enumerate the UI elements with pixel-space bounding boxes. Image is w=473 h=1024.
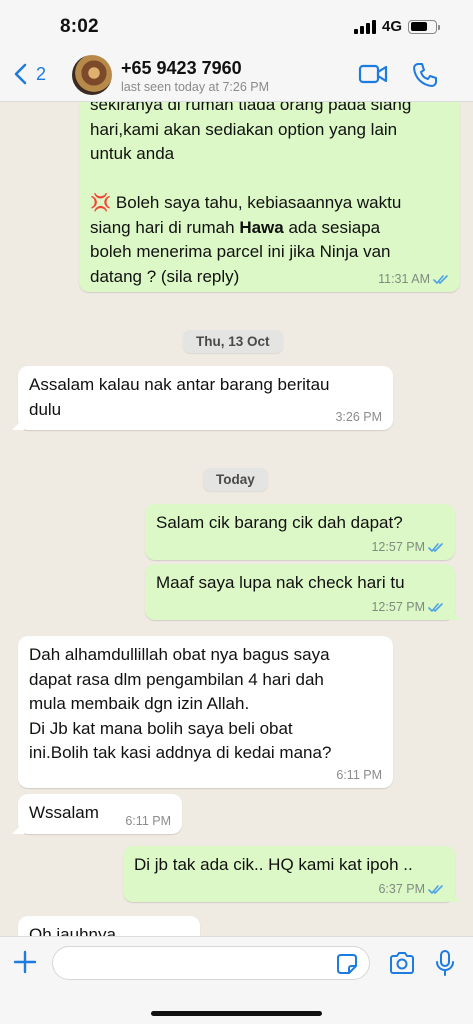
- message-meta: 11:31 AM: [378, 272, 449, 286]
- message-meta: 6:11 PM: [125, 814, 171, 828]
- sticker-button[interactable]: [336, 953, 358, 980]
- message-outgoing[interactable]: sekiranya di rumah tiada orang pada sian…: [79, 102, 460, 292]
- composer-bar: [0, 936, 473, 1024]
- message-outgoing[interactable]: Salam cik barang cik dah dapat? 12:57 PM: [145, 504, 455, 560]
- message-text-line: boleh menerima parcel ini jika Ninja van: [90, 242, 391, 261]
- message-time: 6:11 PM: [336, 768, 382, 782]
- message-time: 12:57 PM: [371, 540, 425, 554]
- status-bar: 8:02 4G: [0, 0, 473, 50]
- message-text-line: hari,kami akan sediakan option yang lain: [90, 119, 398, 139]
- chevron-left-icon: [14, 63, 27, 85]
- message-bold-text: Hawa: [239, 217, 284, 237]
- video-camera-icon: [358, 64, 388, 84]
- microphone-icon: [436, 950, 454, 976]
- chat-header: 2 +65 9423 7960 last seen today at 7:26 …: [0, 50, 473, 102]
- camera-icon: [390, 952, 414, 974]
- double-check-icon: [428, 602, 444, 613]
- phone-icon: [413, 63, 437, 87]
- status-indicators: 4G: [353, 18, 440, 35]
- anger-emoji: 💢: [90, 193, 112, 212]
- plus-icon: [13, 950, 37, 974]
- message-outgoing[interactable]: Maaf saya lupa nak check hari tu 12:57 P…: [145, 564, 455, 620]
- network-type: 4G: [381, 18, 402, 35]
- message-text-line: dulu: [29, 399, 62, 419]
- message-text-line: Di Jb kat mana bolih saya beli obat: [29, 718, 293, 738]
- signal-icon: [353, 19, 376, 34]
- message-text: Boleh saya tahu, kebiasaannya waktu: [111, 193, 402, 212]
- sticker-icon: [337, 954, 357, 974]
- message-text-line: mula membaik dgn izin Allah.: [29, 694, 250, 713]
- message-incoming[interactable]: Dah alhamdullillah obat nya bagus saya d…: [18, 636, 393, 788]
- message-outgoing[interactable]: Di jb tak ada cik.. HQ kami kat ipoh .. …: [123, 846, 455, 902]
- message-text-line: Dah alhamdullillah obat nya bagus saya: [29, 645, 330, 664]
- message-time: 11:31 AM: [378, 272, 430, 286]
- double-check-icon: [433, 274, 449, 285]
- battery-icon: [408, 19, 440, 34]
- double-check-icon: [428, 884, 444, 895]
- message-time: 6:37 PM: [378, 882, 425, 896]
- message-meta: 6:37 PM: [378, 882, 444, 896]
- status-time: 8:02: [60, 16, 99, 37]
- message-meta: 12:57 PM: [371, 540, 444, 554]
- message-text: Maaf saya lupa nak check hari tu: [156, 573, 405, 592]
- attach-button[interactable]: [12, 949, 38, 980]
- message-text: Salam cik barang cik dah dapat?: [156, 513, 403, 532]
- message-time: 6:11 PM: [125, 814, 171, 828]
- back-button[interactable]: 2: [10, 62, 46, 86]
- message-meta: 12:57 PM: [371, 600, 444, 614]
- message-text-line: ini.Bolih tak kasi addnya di kedai mana?: [29, 743, 332, 762]
- chat-area[interactable]: sekiranya di rumah tiada orang pada sian…: [0, 102, 473, 936]
- message-text-line: sekiranya di rumah tiada orang pada sian…: [90, 102, 412, 114]
- unread-chats-count: 2: [36, 63, 47, 84]
- message-time: 3:26 PM: [335, 410, 382, 424]
- message-incoming[interactable]: Assalam kalau nak antar barang beritau d…: [18, 366, 393, 430]
- message-text-line: Assalam kalau nak antar barang beritau: [29, 375, 330, 394]
- avatar[interactable]: [72, 55, 112, 95]
- camera-button[interactable]: [388, 950, 416, 981]
- last-seen-status: last seen today at 7:26 PM: [121, 80, 270, 94]
- video-call-button[interactable]: [358, 62, 388, 91]
- voice-call-button[interactable]: [412, 62, 438, 93]
- message-meta: 6:11 PM: [336, 768, 382, 782]
- date-divider: Thu, 13 Oct: [183, 330, 283, 353]
- message-input[interactable]: [52, 946, 370, 980]
- message-text: Oh jauhnya: [29, 925, 116, 936]
- message-text: Di jb tak ada cik.. HQ kami kat ipoh ..: [134, 855, 413, 874]
- message-text: ada sesiapa: [283, 217, 381, 237]
- message-text: siang hari di rumah: [90, 217, 240, 237]
- date-divider: Today: [203, 468, 268, 491]
- double-check-icon: [428, 542, 444, 553]
- message-text: Wssalam: [29, 803, 99, 822]
- message-text-line: untuk anda: [90, 144, 175, 163]
- message-meta: 3:26 PM: [335, 410, 382, 424]
- message-time: 12:57 PM: [371, 600, 425, 614]
- home-indicator: [151, 1011, 322, 1016]
- message-incoming[interactable]: Wssalam 6:11 PM: [18, 794, 182, 834]
- voice-message-button[interactable]: [434, 949, 456, 982]
- message-text-line: dapat rasa dlm pengambilan 4 hari dah: [29, 669, 324, 689]
- contact-name[interactable]: +65 9423 7960: [121, 58, 242, 79]
- message-incoming[interactable]: Oh jauhnya: [18, 916, 200, 936]
